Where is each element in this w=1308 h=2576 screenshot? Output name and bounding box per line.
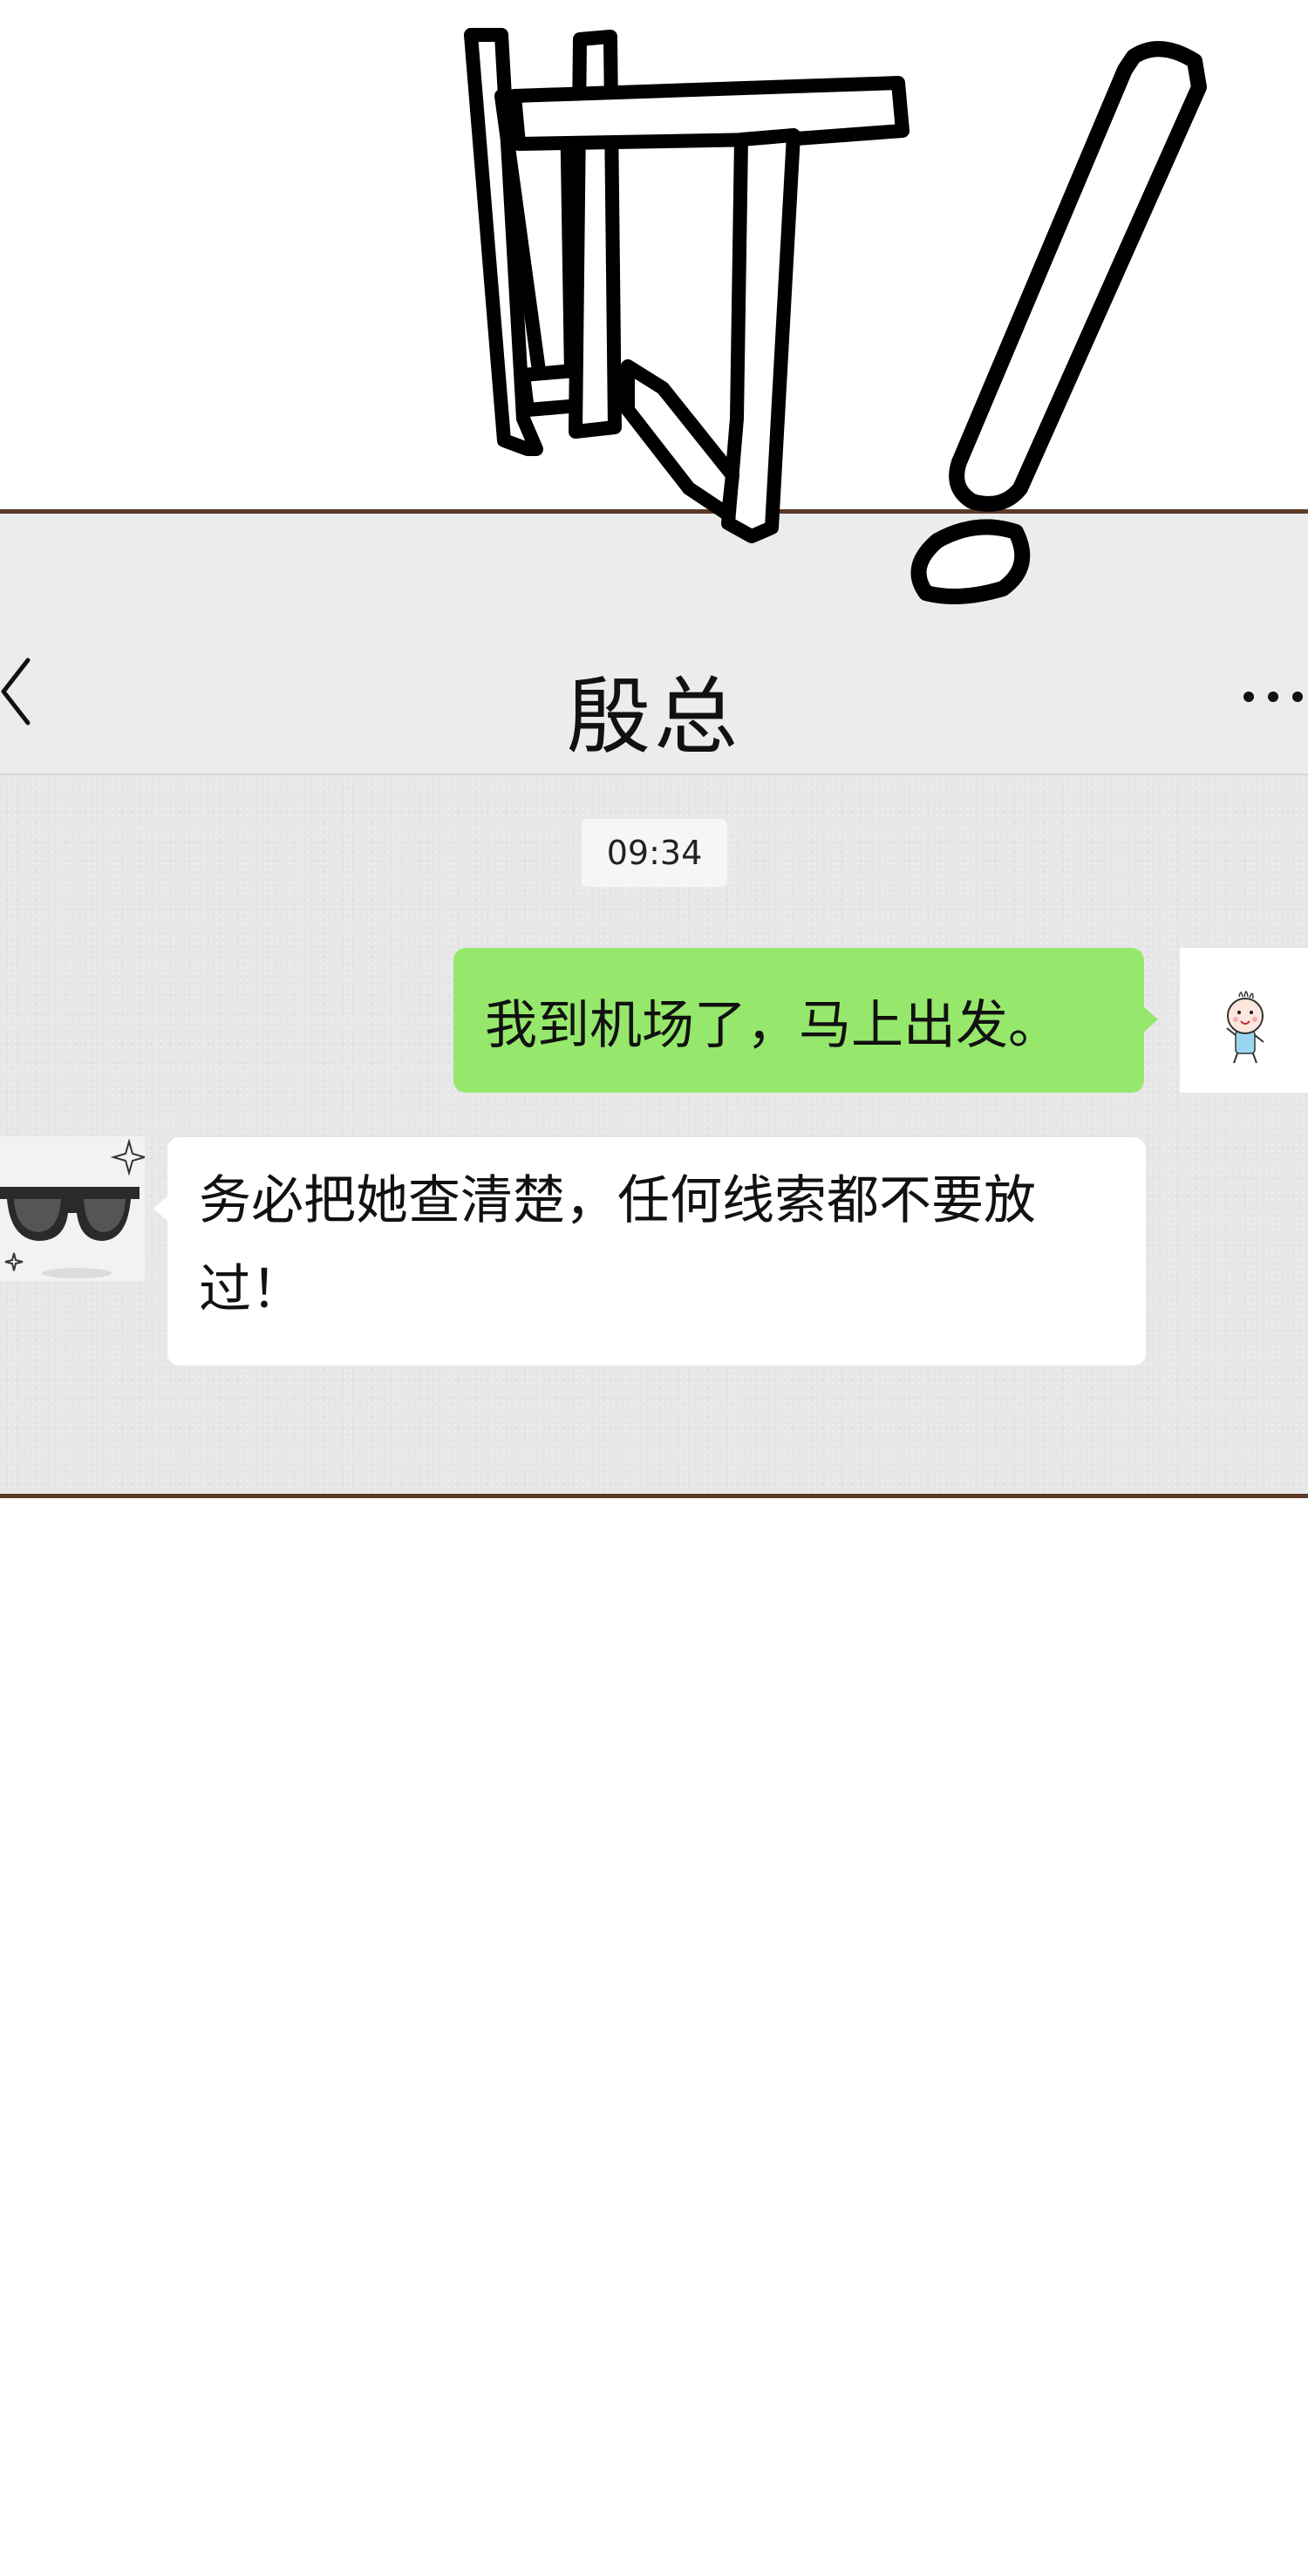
message-list: 09:34 我到机场了，马上出发。 务必把她查清楚，任何线索都不要放过！ xyxy=(0,775,1308,1494)
sunglasses-avatar[interactable] xyxy=(0,1136,148,1281)
cartoon-kid-avatar[interactable] xyxy=(1180,948,1308,1093)
ding-character xyxy=(464,28,909,543)
chat-header: 殷总 xyxy=(0,514,1308,775)
more-dots-icon[interactable] xyxy=(1238,684,1308,710)
incoming-message-text: 务必把她查清楚，任何线索都不要放过！ xyxy=(199,1170,1036,1320)
message-timestamp: 09:34 xyxy=(582,819,727,887)
page-title: 殷总 xyxy=(567,668,741,766)
outgoing-message-bubble[interactable]: 我到机场了，马上出发。 xyxy=(453,948,1158,1093)
incoming-message-bubble[interactable]: 务必把她查清楚，任何线索都不要放过！ xyxy=(153,1137,1146,1366)
chat-screen: 殷总 09:34 我到机场了，马上出发。 务必把她查清楚，任何线索都不要放过！ xyxy=(0,509,1308,1498)
